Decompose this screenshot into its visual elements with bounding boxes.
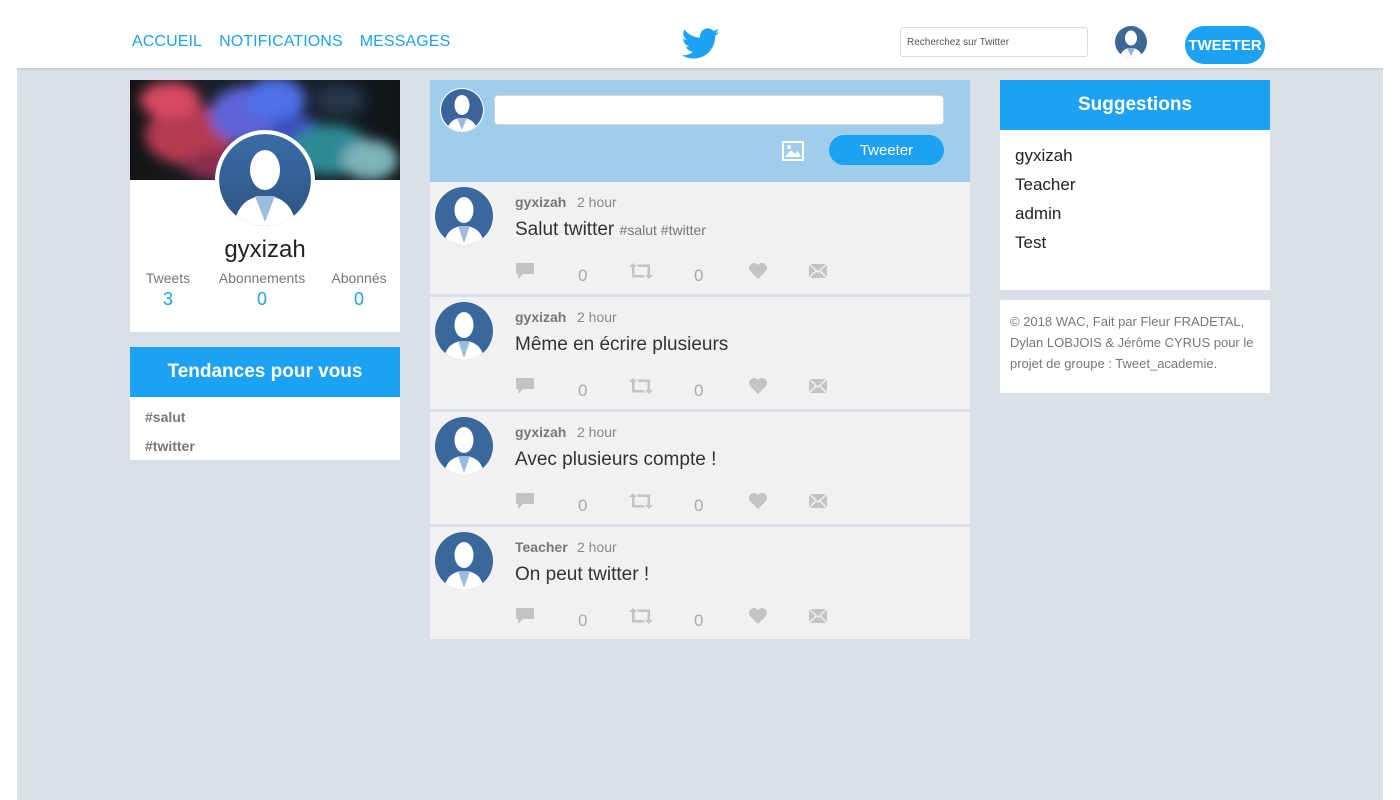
image-icon[interactable]	[782, 141, 804, 161]
stat-following[interactable]: Abonnements 0	[206, 270, 318, 310]
message-icon[interactable]	[808, 262, 828, 280]
retweet-icon[interactable]	[629, 607, 653, 625]
reply-count: 0	[578, 266, 588, 285]
retweet-count: 0	[694, 381, 704, 400]
trend-item[interactable]: #twitter	[145, 438, 400, 455]
reply-count: 0	[578, 611, 588, 630]
nav-home-link[interactable]: ACCUEIL	[132, 33, 202, 51]
tweet-actions: 0 0	[430, 297, 970, 409]
tweet-item: gyxizah 2 hour Avec plusieurs compte ! 0…	[430, 412, 970, 524]
retweet-icon[interactable]	[629, 377, 653, 395]
reply-icon[interactable]	[515, 607, 535, 625]
suggestions-card: Suggestions gyxizah Teacher admin Test	[1000, 80, 1270, 290]
reply-icon[interactable]	[515, 492, 535, 510]
search-input[interactable]	[900, 27, 1088, 57]
like-icon[interactable]	[748, 377, 768, 395]
like-icon[interactable]	[748, 262, 768, 280]
like-icon[interactable]	[748, 607, 768, 625]
stat-label: Abonnés	[331, 270, 387, 286]
retweet-icon[interactable]	[629, 492, 653, 510]
compose-tweet-button[interactable]: Tweeter	[829, 135, 944, 165]
suggestions-list: gyxizah Teacher admin Test	[1000, 130, 1270, 257]
retweet-count: 0	[694, 611, 704, 630]
stat-tweets[interactable]: Tweets 3	[130, 270, 206, 310]
top-bar: ACCUEIL NOTIFICATIONS MESSAGES TWEETER	[0, 0, 1400, 70]
stat-value: 0	[353, 289, 364, 309]
stat-followers[interactable]: Abonnés 0	[318, 270, 400, 310]
reply-icon[interactable]	[515, 262, 535, 280]
suggestions-title: Suggestions	[1000, 80, 1270, 130]
tweet-button-top[interactable]: TWEETER	[1185, 26, 1265, 64]
reply-icon[interactable]	[515, 377, 535, 395]
compose-box: Tweeter	[430, 80, 970, 182]
suggestion-item[interactable]: Teacher	[1015, 170, 1270, 199]
nav-notifications-link[interactable]: NOTIFICATIONS	[219, 33, 343, 51]
profile-username[interactable]: gyxizah	[130, 236, 400, 264]
compose-avatar-icon	[440, 88, 484, 132]
message-icon[interactable]	[808, 377, 828, 395]
tweet-actions: 0 0	[430, 412, 970, 524]
like-icon[interactable]	[748, 492, 768, 510]
tweet-item: Teacher 2 hour On peut twitter ! 0 0	[430, 527, 970, 639]
stat-value: 0	[256, 289, 267, 309]
stat-label: Abonnements	[218, 270, 306, 286]
tweet-item: gyxizah 2 hour Salut twitter #salut #twi…	[430, 182, 970, 294]
suggestion-item[interactable]: admin	[1015, 199, 1270, 228]
retweet-icon[interactable]	[629, 262, 653, 280]
suggestion-item[interactable]: Test	[1015, 228, 1270, 257]
retweet-count: 0	[694, 266, 704, 285]
profile-card: gyxizah Tweets 3 Abonnements 0 Abonnés 0	[130, 80, 400, 332]
stat-value: 3	[162, 289, 173, 309]
main-nav: ACCUEIL NOTIFICATIONS MESSAGES	[132, 33, 450, 51]
page: ACCUEIL NOTIFICATIONS MESSAGES TWEETER	[0, 0, 1400, 800]
message-icon[interactable]	[808, 492, 828, 510]
retweet-count: 0	[694, 496, 704, 515]
trend-item[interactable]: #salut	[145, 409, 400, 426]
user-avatar-icon[interactable]	[1115, 26, 1147, 58]
tweet-item: gyxizah 2 hour Même en écrire plusieurs …	[430, 297, 970, 409]
profile-avatar-icon[interactable]	[215, 130, 315, 230]
tweet-actions: 0 0	[430, 182, 970, 294]
suggestion-item[interactable]: gyxizah	[1015, 141, 1270, 170]
stat-label: Tweets	[145, 270, 191, 286]
message-icon[interactable]	[808, 607, 828, 625]
footer-credits: © 2018 WAC, Fait par Fleur FRADETAL, Dyl…	[1000, 300, 1270, 393]
nav-messages-link[interactable]: MESSAGES	[360, 33, 451, 51]
twitter-bird-icon[interactable]	[682, 27, 720, 61]
reply-count: 0	[578, 381, 588, 400]
compose-input[interactable]	[494, 95, 944, 125]
profile-stats: Tweets 3 Abonnements 0 Abonnés 0	[130, 270, 400, 310]
tweet-actions: 0 0	[430, 527, 970, 639]
reply-count: 0	[578, 496, 588, 515]
trends-title: Tendances pour vous	[130, 347, 400, 397]
trends-card: Tendances pour vous #salut #twitter	[130, 347, 400, 460]
